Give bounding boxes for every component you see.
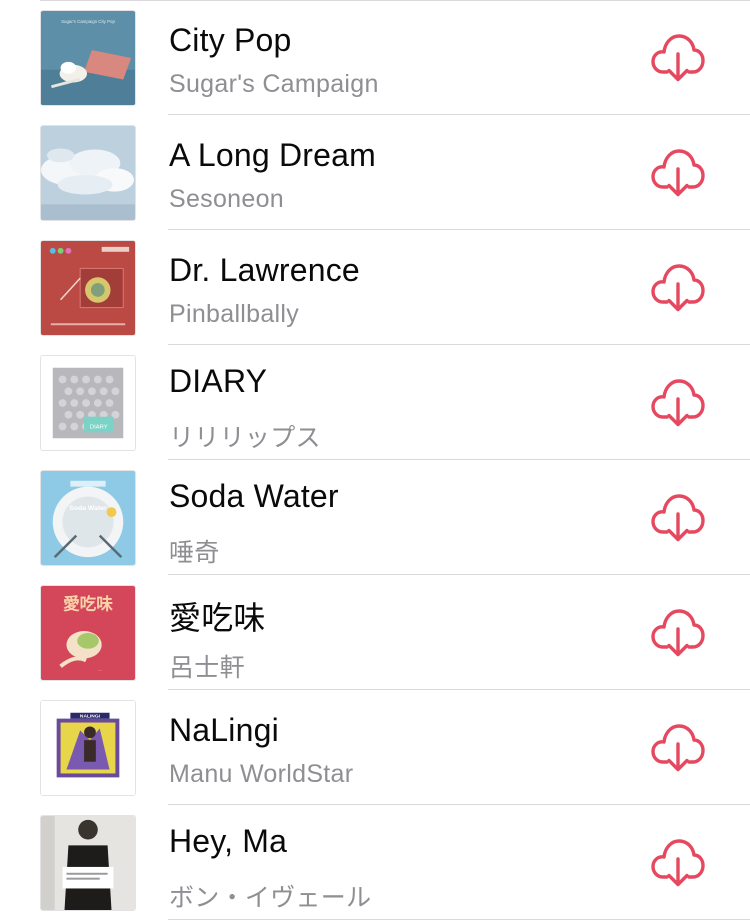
song-row[interactable]: A Long Dream Sesoneon xyxy=(0,115,750,230)
album-artwork: Sugar's Campaign City Pop xyxy=(40,10,136,106)
artist-name: 呂士軒 xyxy=(169,654,245,682)
album-artwork: 愛吃味 ∙∙∙ xyxy=(40,585,136,681)
download-button[interactable] xyxy=(650,31,706,83)
song-title: Hey, Ma xyxy=(169,823,288,859)
song-row[interactable]: Dr. Lawrence Pinballbally xyxy=(0,230,750,345)
song-row[interactable]: Sugar's Campaign City Pop City Pop Sugar… xyxy=(0,0,750,115)
dr-lawrence-artwork xyxy=(41,241,135,335)
download-button[interactable] xyxy=(650,836,706,888)
album-artwork xyxy=(40,240,136,336)
nalingi-artwork: NALINGI xyxy=(41,701,135,795)
city-pop-artwork: Sugar's Campaign City Pop xyxy=(41,11,135,105)
download-button[interactable] xyxy=(650,491,706,543)
song-title: Dr. Lawrence xyxy=(169,252,360,288)
a-long-dream-artwork xyxy=(41,126,135,220)
album-artwork: NALINGI xyxy=(40,700,136,796)
artist-name: Pinballbally xyxy=(169,300,300,328)
svg-text:DIARY: DIARY xyxy=(90,424,108,430)
svg-text:∙∙∙: ∙∙∙ xyxy=(98,669,102,674)
cloud-download-icon xyxy=(651,34,705,82)
download-button[interactable] xyxy=(650,606,706,658)
soda-water-artwork: Soda Water xyxy=(41,471,135,565)
cloud-download-icon xyxy=(651,724,705,772)
album-artwork xyxy=(40,125,136,221)
song-title: NaLingi xyxy=(169,712,279,748)
cloud-download-icon xyxy=(651,149,705,197)
song-row[interactable]: NALINGI NaLingi Manu WorldStar xyxy=(0,690,750,805)
svg-text:Soda Water: Soda Water xyxy=(69,505,107,512)
svg-text:愛吃味: 愛吃味 xyxy=(63,594,113,614)
cloud-download-icon xyxy=(651,609,705,657)
song-row[interactable]: Hey, Ma ボン・イヴェール xyxy=(0,805,750,920)
song-title: DIARY xyxy=(169,363,268,399)
cloud-download-icon xyxy=(651,379,705,427)
album-artwork xyxy=(40,815,136,911)
cloud-download-icon xyxy=(651,264,705,312)
song-list: Sugar's Campaign City Pop City Pop Sugar… xyxy=(0,0,750,920)
cloud-download-icon xyxy=(651,494,705,542)
svg-text:NALINGI: NALINGI xyxy=(80,714,101,720)
download-button[interactable] xyxy=(650,146,706,198)
artist-name: リリリップス xyxy=(169,424,321,452)
song-title: Soda Water xyxy=(169,478,339,514)
song-row[interactable]: Soda Water Soda Water 唾奇 xyxy=(0,460,750,575)
hey-ma-artwork xyxy=(41,816,135,910)
download-button[interactable] xyxy=(650,261,706,313)
svg-text:Sugar's Campaign City Pop: Sugar's Campaign City Pop xyxy=(61,19,115,24)
song-title: City Pop xyxy=(169,22,292,58)
cloud-download-icon xyxy=(651,839,705,887)
diary-artwork: DIARY xyxy=(41,356,135,450)
song-row[interactable]: 愛吃味 ∙∙∙ 愛吃味 呂士軒 xyxy=(0,575,750,690)
artist-name: ボン・イヴェール xyxy=(169,884,372,912)
artist-name: 唾奇 xyxy=(169,539,220,567)
song-title: 愛吃味 xyxy=(169,600,266,636)
download-button[interactable] xyxy=(650,721,706,773)
download-button[interactable] xyxy=(650,376,706,428)
ai-chi-wei-artwork: 愛吃味 ∙∙∙ xyxy=(41,586,135,680)
album-artwork: DIARY xyxy=(40,355,136,451)
song-row[interactable]: DIARY DIARY リリリップス xyxy=(0,345,750,460)
song-title: A Long Dream xyxy=(169,137,376,173)
artist-name: Sesoneon xyxy=(169,185,284,213)
artist-name: Manu WorldStar xyxy=(169,760,354,788)
album-artwork: Soda Water xyxy=(40,470,136,566)
artist-name: Sugar's Campaign xyxy=(169,70,379,98)
